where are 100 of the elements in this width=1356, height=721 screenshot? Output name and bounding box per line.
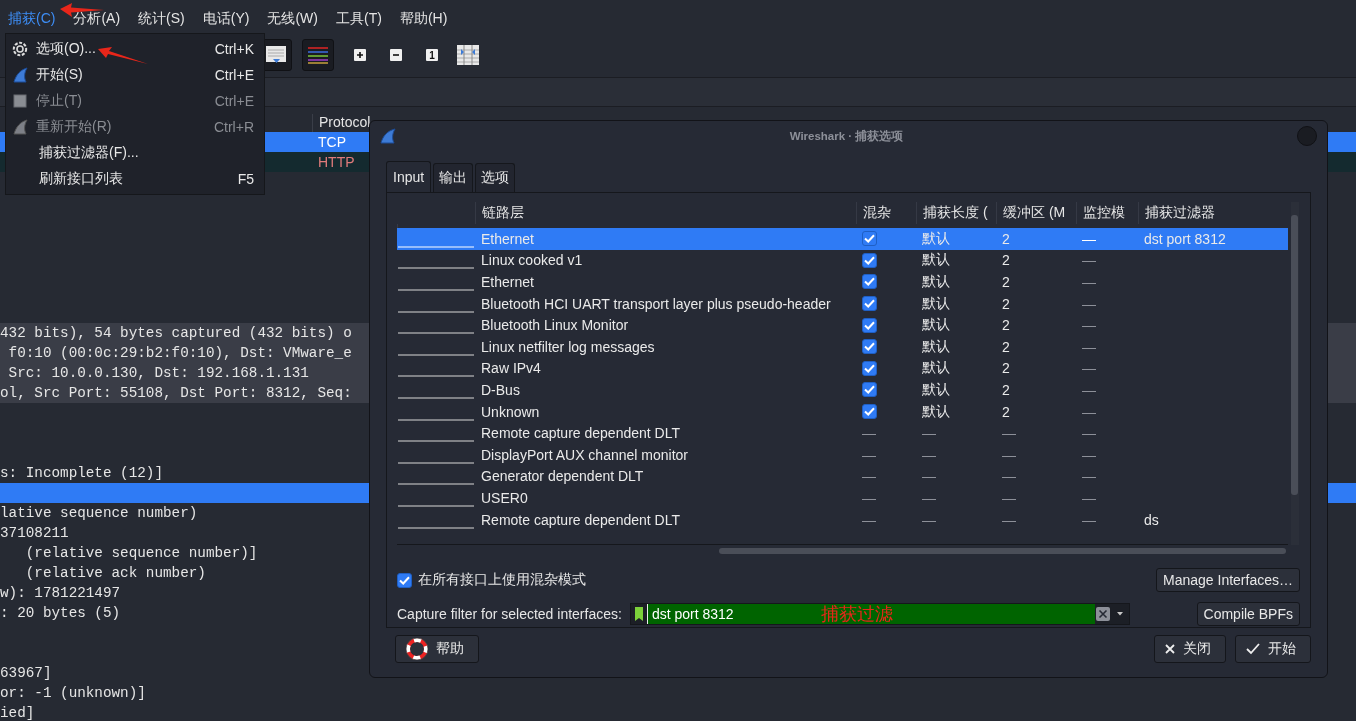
table-cell-text: —: [1081, 468, 1097, 485]
table-cell-text: —: [1001, 489, 1017, 506]
filter-field[interactable]: dst port 8312 捕获过滤: [629, 603, 1130, 625]
menu-item[interactable]: 分析(A): [69, 10, 125, 28]
table-row[interactable]: Bluetooth Linux Monitor 默认 2 —: [397, 314, 1288, 336]
table-cell-text: —: [1081, 425, 1097, 442]
help-button[interactable]: 帮助: [395, 635, 479, 663]
shortcut-text: Ctrl+E: [214, 93, 254, 109]
table-row[interactable]: Remote capture dependent DLT — — — — ds: [397, 508, 1288, 531]
close-icon: [1165, 644, 1175, 654]
column-header[interactable]: 捕获过滤器: [1138, 202, 1288, 224]
table-cell-text: —: [1001, 468, 1017, 485]
checkbox[interactable]: [862, 317, 877, 333]
scrollbar-thumb[interactable]: [719, 548, 1286, 554]
table-row[interactable]: Unknown 默认 2 —: [397, 400, 1288, 423]
zoom-out-icon[interactable]: [390, 49, 402, 61]
menu-entry[interactable]: 捕获过滤器(F)...: [6, 140, 264, 166]
table-cell-text: 2: [1001, 274, 1011, 290]
column-header[interactable]: 缓冲区 (M: [996, 202, 1076, 224]
table-cell-text: —: [1081, 230, 1097, 247]
bookmark-icon[interactable]: [634, 607, 643, 621]
detail-row[interactable]: or: -1 (unknown)]: [0, 683, 1356, 703]
menu-item[interactable]: 帮助(H): [395, 10, 452, 28]
table-cell: HTTP: [318, 154, 355, 170]
normal-size-button[interactable]: 1: [426, 49, 438, 61]
column-header[interactable]: 监控模: [1076, 202, 1138, 224]
table-row[interactable]: DisplayPort AUX channel monitor — — — —: [397, 443, 1288, 466]
table-cell-text: 默认: [921, 359, 951, 378]
table-cell-text: Remote capture dependent DLT: [480, 425, 681, 442]
detail-row[interactable]: ied]: [0, 703, 1356, 721]
table-cell-text: —: [1081, 274, 1097, 290]
menu-item[interactable]: 电话(Y): [198, 10, 254, 28]
table-row[interactable]: USER0 — — — —: [397, 487, 1288, 509]
tab[interactable]: Input: [386, 161, 432, 192]
table-cell-text: Bluetooth HCI UART transport layer plus pseudo-header: [480, 295, 832, 312]
fin-icon: [12, 119, 28, 135]
column-header[interactable]: 捕获长度 (: [916, 202, 996, 224]
checkbox[interactable]: [862, 231, 877, 247]
colored-lines-icon[interactable]: [307, 46, 329, 64]
table-cell-text: Bluetooth Linux Monitor: [480, 317, 630, 334]
clear-icon[interactable]: [1094, 606, 1111, 622]
table-row[interactable]: D-Bus 默认 2 —: [397, 379, 1288, 401]
menu-entry[interactable]: 选项(O)... Ctrl+K: [6, 36, 264, 62]
table-row[interactable]: Bluetooth HCI UART transport layer plus pseudo-header 默认 2 —: [397, 292, 1288, 315]
check-icon: [1246, 643, 1260, 655]
table-row[interactable]: Generator dependent DLT — — — —: [397, 465, 1288, 488]
zoom-in-icon[interactable]: [354, 49, 366, 61]
window-title: Wireshark · 捕获选项: [788, 128, 905, 144]
table-row[interactable]: Ethernet 默认 2 —: [397, 271, 1288, 293]
table-cell-text: 2: [1001, 230, 1011, 247]
table-cell-text: 默认: [921, 229, 951, 248]
table-cell-text: —: [1081, 403, 1097, 420]
menu-entry[interactable]: 开始(S) Ctrl+E: [6, 62, 264, 88]
scrollbar-thumb[interactable]: [1291, 215, 1298, 495]
table-cell-text: —: [1001, 425, 1017, 442]
checkbox[interactable]: [397, 572, 412, 588]
table-cell-text: Linux netfilter log messages: [480, 338, 656, 355]
table-cell-text: —: [921, 468, 937, 485]
table-row[interactable]: Linux cooked v1 默认 2 —: [397, 249, 1288, 272]
autoscroll-icon[interactable]: [265, 44, 287, 66]
table-cell-text: —: [861, 489, 877, 506]
table-cell-text: 2: [1001, 403, 1011, 420]
table-cell-text: Unknown: [480, 403, 541, 420]
checkbox-label: 在所有接口上使用混杂模式: [418, 571, 586, 589]
table-row[interactable]: Linux netfilter log messages 默认 2 —: [397, 335, 1288, 358]
table-cell-text: —: [1081, 489, 1097, 506]
menu-item[interactable]: 捕获(C): [4, 10, 60, 28]
table-cell-text: 2: [1001, 295, 1011, 312]
table-cell-text: 2: [1001, 317, 1011, 334]
tab[interactable]: 输出: [433, 163, 474, 192]
column-header[interactable]: 混杂: [856, 202, 916, 224]
checkbox[interactable]: [862, 382, 877, 398]
table-cell-text: 默认: [921, 337, 951, 356]
column-header[interactable]: 链路层: [475, 202, 856, 224]
table-row[interactable]: Ethernet 默认 2 — dst port 8312: [397, 228, 1288, 250]
manage-interfaces-button[interactable]: Manage Interfaces…: [1156, 568, 1300, 592]
table-row[interactable]: Remote capture dependent DLT — — — —: [397, 422, 1288, 444]
shortcut-text: Ctrl+E: [214, 67, 254, 83]
table-cell-text: —: [921, 511, 937, 528]
checkbox[interactable]: [862, 252, 877, 268]
table-cell-text: —: [1081, 511, 1097, 528]
checkbox[interactable]: [862, 296, 877, 312]
compile-bpfs-button[interactable]: Compile BPFs: [1196, 602, 1300, 626]
checkbox[interactable]: [862, 360, 877, 376]
table-cell-text: —: [921, 446, 937, 463]
menu-item[interactable]: 工具(T): [332, 10, 386, 28]
resize-columns-icon[interactable]: [457, 44, 479, 66]
start-button[interactable]: 开始: [1235, 635, 1311, 663]
tab[interactable]: 选项: [475, 163, 516, 192]
checkbox[interactable]: [862, 274, 877, 290]
fin-icon: [380, 128, 396, 144]
checkbox[interactable]: [862, 339, 877, 355]
close-button[interactable]: 关闭: [1154, 635, 1226, 663]
table-row[interactable]: Raw IPv4 默认 2 —: [397, 357, 1288, 380]
table-cell-text: —: [861, 511, 877, 528]
menu-item[interactable]: 统计(S): [134, 10, 189, 28]
menu-item[interactable]: 无线(W): [263, 10, 322, 28]
menu-entry[interactable]: 刷新接口列表 F5: [6, 166, 264, 192]
checkbox[interactable]: [862, 404, 877, 420]
table-cell-text: dst port 8312: [1143, 230, 1227, 247]
